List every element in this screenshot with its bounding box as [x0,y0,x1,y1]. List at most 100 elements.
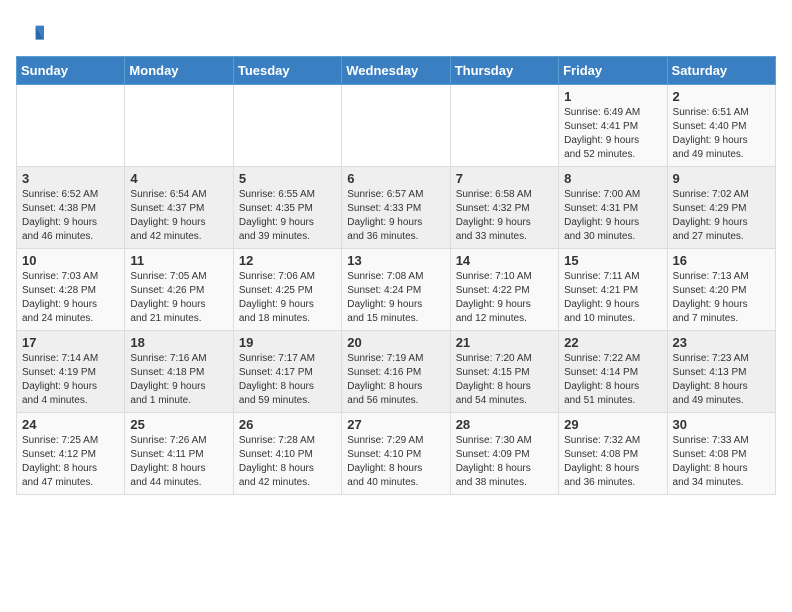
calendar-cell: 3 Sunrise: 6:52 AM Sunset: 4:38 PM Daylig… [17,167,125,249]
calendar-cell [342,85,450,167]
day-number: 8 [564,171,661,186]
weekday-header-sunday: Sunday [17,57,125,85]
calendar-cell: 20Sunrise: 7:19 AM Sunset: 4:16 PM Dayli… [342,331,450,413]
day-info: Sunrise: 7:08 AM Sunset: 4:24 PM Dayligh… [347,270,444,326]
calendar-week-row: 3 Sunrise: 6:52 AM Sunset: 4:38 PM Daylig… [17,167,776,249]
day-info: Sunrise: 6:51 AM Sunset: 4:40 PM Dayligh… [673,106,770,162]
calendar-week-row: 24 Sunrise: 7:25 AM Sunset: 4:12 PM Dayli… [17,413,776,495]
day-info: Sunrise: 7:28 AM Sunset: 4:10 PM Dayligh… [239,434,336,490]
calendar-cell: 5 Sunrise: 6:55 AM Sunset: 4:35 PM Daylig… [233,167,341,249]
day-info: Sunrise: 7:25 AM Sunset: 4:12 PM Dayligh… [22,434,119,490]
calendar-cell: 15Sunrise: 7:11 AM Sunset: 4:21 PM Dayli… [559,249,667,331]
day-number: 3 [22,171,119,186]
day-info: Sunrise: 7:32 AM Sunset: 4:08 PM Dayligh… [564,434,661,490]
day-number: 22 [564,335,661,350]
calendar-cell: 28 Sunrise: 7:30 AM Sunset: 4:09 PM Dayli… [450,413,558,495]
day-number: 23 [673,335,770,350]
calendar-table: SundayMondayTuesdayWednesdayThursdayFrid… [16,56,776,495]
day-number: 13 [347,253,444,268]
day-info: Sunrise: 6:58 AM Sunset: 4:32 PM Dayligh… [456,188,553,244]
calendar-cell: 23 Sunrise: 7:23 AM Sunset: 4:13 PM Dayli… [667,331,775,413]
weekday-header-friday: Friday [559,57,667,85]
day-number: 5 [239,171,336,186]
calendar-cell: 24 Sunrise: 7:25 AM Sunset: 4:12 PM Dayli… [17,413,125,495]
day-number: 15 [564,253,661,268]
calendar-cell: 1 Sunrise: 6:49 AM Sunset: 4:41 PM Daylig… [559,85,667,167]
day-number: 24 [22,417,119,432]
day-number: 25 [130,417,227,432]
calendar-cell: 21Sunrise: 7:20 AM Sunset: 4:15 PM Dayli… [450,331,558,413]
calendar-week-row: 1 Sunrise: 6:49 AM Sunset: 4:41 PM Daylig… [17,85,776,167]
calendar-cell: 27 Sunrise: 7:29 AM Sunset: 4:10 PM Dayli… [342,413,450,495]
weekday-header-tuesday: Tuesday [233,57,341,85]
calendar-week-row: 10Sunrise: 7:03 AM Sunset: 4:28 PM Dayli… [17,249,776,331]
calendar-body: 1 Sunrise: 6:49 AM Sunset: 4:41 PM Daylig… [17,85,776,495]
day-number: 1 [564,89,661,104]
calendar-cell: 8 Sunrise: 7:00 AM Sunset: 4:31 PM Daylig… [559,167,667,249]
weekday-header-monday: Monday [125,57,233,85]
calendar-cell: 19 Sunrise: 7:17 AM Sunset: 4:17 PM Dayli… [233,331,341,413]
calendar-cell: 26 Sunrise: 7:28 AM Sunset: 4:10 PM Dayli… [233,413,341,495]
day-info: Sunrise: 7:00 AM Sunset: 4:31 PM Dayligh… [564,188,661,244]
logo-icon [16,20,44,48]
calendar-cell: 22 Sunrise: 7:22 AM Sunset: 4:14 PM Dayli… [559,331,667,413]
day-info: Sunrise: 7:14 AM Sunset: 4:19 PM Dayligh… [22,352,119,408]
calendar-cell: 12 Sunrise: 7:06 AM Sunset: 4:25 PM Dayli… [233,249,341,331]
day-number: 6 [347,171,444,186]
day-info: Sunrise: 7:17 AM Sunset: 4:17 PM Dayligh… [239,352,336,408]
day-info: Sunrise: 7:29 AM Sunset: 4:10 PM Dayligh… [347,434,444,490]
day-number: 2 [673,89,770,104]
day-number: 11 [130,253,227,268]
day-info: Sunrise: 7:16 AM Sunset: 4:18 PM Dayligh… [130,352,227,408]
day-info: Sunrise: 6:55 AM Sunset: 4:35 PM Dayligh… [239,188,336,244]
day-info: Sunrise: 7:06 AM Sunset: 4:25 PM Dayligh… [239,270,336,326]
calendar-cell: 18Sunrise: 7:16 AM Sunset: 4:18 PM Dayli… [125,331,233,413]
day-number: 12 [239,253,336,268]
calendar-cell: 17Sunrise: 7:14 AM Sunset: 4:19 PM Dayli… [17,331,125,413]
header [16,16,776,48]
day-info: Sunrise: 7:02 AM Sunset: 4:29 PM Dayligh… [673,188,770,244]
day-info: Sunrise: 6:57 AM Sunset: 4:33 PM Dayligh… [347,188,444,244]
calendar-cell: 4 Sunrise: 6:54 AM Sunset: 4:37 PM Daylig… [125,167,233,249]
day-info: Sunrise: 7:03 AM Sunset: 4:28 PM Dayligh… [22,270,119,326]
day-number: 4 [130,171,227,186]
day-info: Sunrise: 6:52 AM Sunset: 4:38 PM Dayligh… [22,188,119,244]
day-info: Sunrise: 7:23 AM Sunset: 4:13 PM Dayligh… [673,352,770,408]
calendar-cell [233,85,341,167]
calendar-cell [125,85,233,167]
day-info: Sunrise: 7:33 AM Sunset: 4:08 PM Dayligh… [673,434,770,490]
day-info: Sunrise: 7:13 AM Sunset: 4:20 PM Dayligh… [673,270,770,326]
day-number: 21 [456,335,553,350]
calendar-cell: 10Sunrise: 7:03 AM Sunset: 4:28 PM Dayli… [17,249,125,331]
calendar-header: SundayMondayTuesdayWednesdayThursdayFrid… [17,57,776,85]
day-number: 29 [564,417,661,432]
calendar-cell: 11 Sunrise: 7:05 AM Sunset: 4:26 PM Dayli… [125,249,233,331]
calendar-cell: 16 Sunrise: 7:13 AM Sunset: 4:20 PM Dayli… [667,249,775,331]
day-number: 7 [456,171,553,186]
day-info: Sunrise: 7:10 AM Sunset: 4:22 PM Dayligh… [456,270,553,326]
day-number: 19 [239,335,336,350]
day-number: 27 [347,417,444,432]
calendar-cell: 30Sunrise: 7:33 AM Sunset: 4:08 PM Dayli… [667,413,775,495]
calendar-cell: 13 Sunrise: 7:08 AM Sunset: 4:24 PM Dayli… [342,249,450,331]
day-number: 28 [456,417,553,432]
logo [16,20,48,48]
calendar-cell: 14Sunrise: 7:10 AM Sunset: 4:22 PM Dayli… [450,249,558,331]
day-info: Sunrise: 6:54 AM Sunset: 4:37 PM Dayligh… [130,188,227,244]
day-number: 26 [239,417,336,432]
weekday-header-wednesday: Wednesday [342,57,450,85]
day-info: Sunrise: 7:05 AM Sunset: 4:26 PM Dayligh… [130,270,227,326]
weekday-header-thursday: Thursday [450,57,558,85]
calendar-cell: 2 Sunrise: 6:51 AM Sunset: 4:40 PM Daylig… [667,85,775,167]
day-info: Sunrise: 6:49 AM Sunset: 4:41 PM Dayligh… [564,106,661,162]
day-number: 16 [673,253,770,268]
calendar-cell [17,85,125,167]
day-info: Sunrise: 7:26 AM Sunset: 4:11 PM Dayligh… [130,434,227,490]
calendar-cell: 29 Sunrise: 7:32 AM Sunset: 4:08 PM Dayli… [559,413,667,495]
calendar-cell [450,85,558,167]
day-info: Sunrise: 7:22 AM Sunset: 4:14 PM Dayligh… [564,352,661,408]
calendar-cell: 7 Sunrise: 6:58 AM Sunset: 4:32 PM Daylig… [450,167,558,249]
calendar-cell: 9Sunrise: 7:02 AM Sunset: 4:29 PM Daylig… [667,167,775,249]
calendar-cell: 25 Sunrise: 7:26 AM Sunset: 4:11 PM Dayli… [125,413,233,495]
day-info: Sunrise: 7:30 AM Sunset: 4:09 PM Dayligh… [456,434,553,490]
